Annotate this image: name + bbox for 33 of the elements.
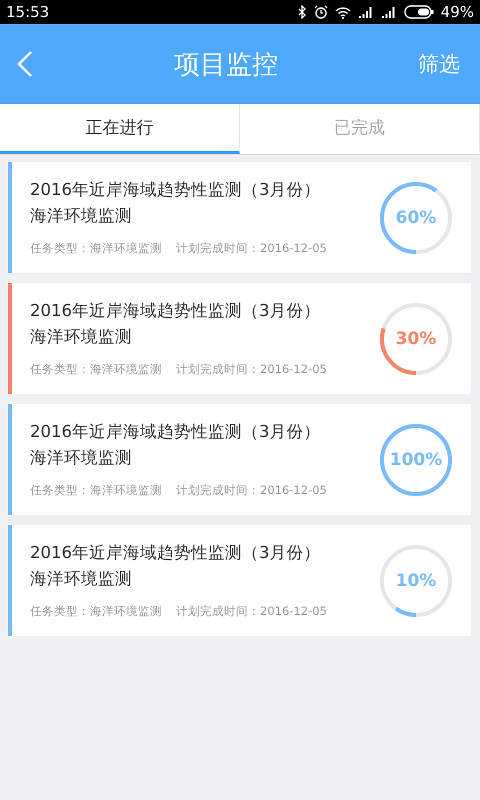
planned-date: 计划完成时间：2016-12-05 <box>176 483 327 498</box>
task-type: 任务类型：海洋环境监测 <box>30 604 162 619</box>
project-category: 海洋环境监测 <box>30 326 133 348</box>
page-title: 项目监控 <box>173 48 279 82</box>
clock: 15:53 <box>6 3 50 21</box>
project-title: 2016年近岸海域趋势性监测（3月份） <box>30 421 322 443</box>
project-category: 海洋环境监测 <box>30 205 133 227</box>
bluetooth-icon <box>298 5 307 19</box>
project-title: 2016年近岸海域趋势性监测（3月份） <box>30 300 322 322</box>
progress-percent: 10% <box>396 570 436 590</box>
project-card[interactable]: 2016年近岸海域趋势性监测（3月份） 海洋环境监测 任务类型：海洋环境监测 计划完成时间：2016-12-05 30% <box>8 283 471 394</box>
project-category: 海洋环境监测 <box>30 568 133 590</box>
project-title: 2016年近岸海域趋势性监测（3月份） <box>30 542 322 564</box>
tab[interactable]: 正在进行 <box>0 104 240 154</box>
planned-date: 计划完成时间：2016-12-05 <box>176 241 327 256</box>
planned-date: 计划完成时间：2016-12-05 <box>176 604 327 619</box>
task-type: 任务类型：海洋环境监测 <box>30 483 162 498</box>
alarm-icon <box>314 5 328 19</box>
progress-percent: 30% <box>396 328 436 348</box>
project-category: 海洋环境监测 <box>30 447 133 469</box>
task-type: 任务类型：海洋环境监测 <box>30 362 162 377</box>
planned-date: 计划完成时间：2016-12-05 <box>176 362 327 377</box>
wifi-icon <box>334 6 351 18</box>
project-card[interactable]: 2016年近岸海域趋势性监测（3月份） 海洋环境监测 任务类型：海洋环境监测 计划完成时间：2016-12-05 60% <box>8 162 471 273</box>
battery-icon <box>404 5 434 19</box>
signal-icon <box>380 6 397 18</box>
task-type: 任务类型：海洋环境监测 <box>30 241 162 256</box>
progress-percent: 60% <box>396 208 436 228</box>
back-button[interactable] <box>16 50 34 78</box>
project-card[interactable]: 2016年近岸海域趋势性监测（3月份） 海洋环境监测 任务类型：海洋环境监测 计划完成时间：2016-12-05 10% <box>8 525 471 636</box>
battery-percent: 49% <box>440 3 474 21</box>
signal-icon <box>358 6 374 18</box>
project-title: 2016年近岸海域趋势性监测（3月份） <box>30 179 322 201</box>
